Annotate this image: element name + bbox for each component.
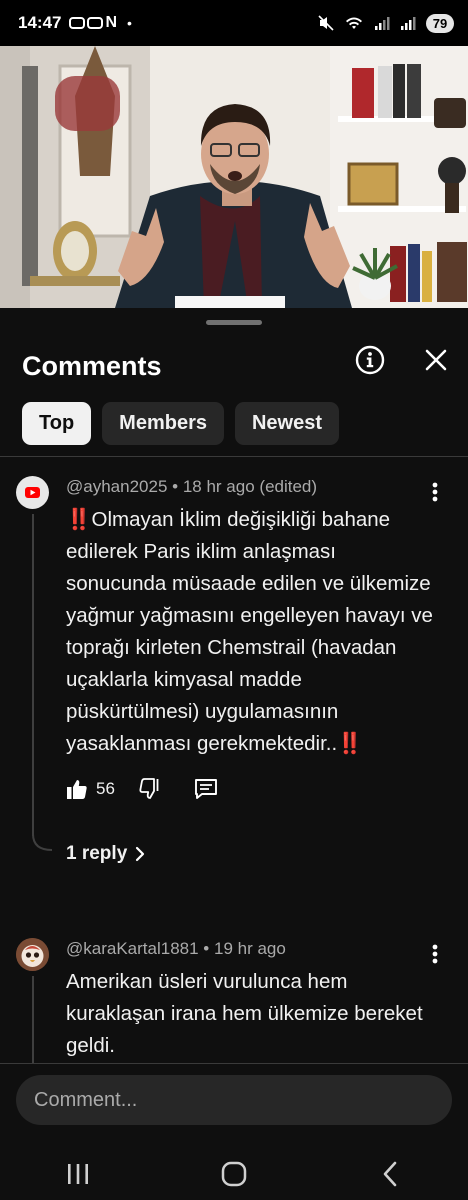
comment-body: Olmayan İklim değişikliği bahane edilere…	[66, 508, 433, 755]
comment-item: @karaKartal1881 • 19 hr ago Amerikan üsl…	[0, 936, 468, 1066]
more-notifications-dot: •	[127, 15, 132, 31]
comment-input[interactable]	[16, 1075, 452, 1125]
recent-apps-button[interactable]	[48, 1154, 108, 1194]
comment-author[interactable]: @karaKartal1881	[66, 939, 199, 958]
more-vert-icon	[432, 482, 438, 502]
comment-author[interactable]: @ayhan2025	[66, 477, 167, 496]
sort-tabs: Top Members Newest	[22, 402, 340, 445]
meta-separator: •	[172, 477, 183, 496]
thumbs-up-icon	[67, 780, 87, 799]
youtube-notification-icon	[87, 17, 104, 29]
status-app-icons: N	[69, 14, 117, 32]
avatar[interactable]	[16, 476, 49, 509]
status-bar: 14:47 N • 79	[0, 0, 468, 46]
system-nav-bar	[0, 1146, 468, 1200]
thumbs-down-icon	[139, 778, 159, 799]
youtube-logo-icon	[25, 487, 40, 498]
bottom-bar	[0, 1063, 468, 1200]
comments-sheet: Comments Top Members Newest @ayhan2025 •…	[0, 308, 468, 1200]
thread-line	[32, 976, 34, 1066]
sheet-header: Comments	[0, 336, 468, 396]
avatar[interactable]	[16, 938, 49, 971]
eagle-avatar-icon	[16, 938, 49, 971]
youtube-notification-icon	[69, 17, 86, 29]
close-button[interactable]	[416, 340, 456, 380]
video-player[interactable]	[0, 46, 468, 308]
recent-apps-icon	[68, 1163, 88, 1184]
comment-more-button[interactable]	[423, 942, 447, 966]
comment-meta: @ayhan2025 • 18 hr ago (edited)	[66, 477, 317, 497]
drag-handle[interactable]	[206, 320, 262, 325]
status-time: 14:47	[18, 13, 62, 32]
comment-age: 18 hr ago	[182, 477, 255, 496]
comment-body: Amerikan üsleri vurulunca hem kuraklaşan…	[66, 970, 423, 1057]
mute-icon	[318, 15, 334, 31]
double-exclamation-emoji: ‼️	[337, 732, 363, 755]
comment-item: @ayhan2025 • 18 hr ago (edited) ‼️Olmaya…	[0, 474, 468, 919]
video-frame	[0, 46, 468, 308]
edited-flag: (edited)	[259, 477, 318, 496]
netflix-notification-icon: N	[105, 14, 118, 31]
double-exclamation-emoji: ‼️	[66, 508, 92, 531]
close-icon	[425, 349, 447, 371]
battery-indicator: 79	[426, 13, 454, 33]
view-replies-button[interactable]: 1 reply	[66, 843, 145, 865]
thread-line	[32, 514, 34, 836]
comment-text: ‼️Olmayan İklim değişikliği bahane edile…	[66, 504, 436, 760]
home-button[interactable]	[204, 1154, 264, 1194]
signal-icon	[375, 17, 390, 30]
comment-actions: 56	[66, 778, 218, 800]
sheet-title: Comments	[22, 350, 162, 381]
tab-members[interactable]: Members	[102, 402, 224, 445]
like-count: 56	[96, 779, 115, 798]
home-icon	[221, 1161, 247, 1186]
tab-top[interactable]: Top	[22, 402, 92, 445]
wifi-icon	[346, 17, 362, 29]
thread-connector	[32, 834, 53, 851]
like-button[interactable]: 56	[66, 778, 115, 800]
meta-separator: •	[203, 939, 214, 958]
divider	[0, 456, 468, 457]
comment-more-button[interactable]	[423, 480, 447, 504]
reply-button[interactable]	[194, 778, 218, 800]
comment-bubble-icon	[194, 779, 217, 799]
dislike-button[interactable]	[139, 778, 161, 800]
back-button[interactable]	[360, 1154, 420, 1194]
comment-age: 19 hr ago	[213, 939, 286, 958]
signal-icon	[401, 17, 416, 30]
replies-label: 1 reply	[66, 843, 128, 864]
more-vert-icon	[432, 944, 438, 964]
comment-meta: @karaKartal1881 • 19 hr ago	[66, 939, 286, 959]
info-icon	[355, 345, 385, 375]
info-button[interactable]	[350, 340, 390, 380]
chevron-right-icon	[136, 846, 145, 862]
back-icon	[383, 1161, 397, 1186]
tab-newest[interactable]: Newest	[234, 402, 340, 445]
